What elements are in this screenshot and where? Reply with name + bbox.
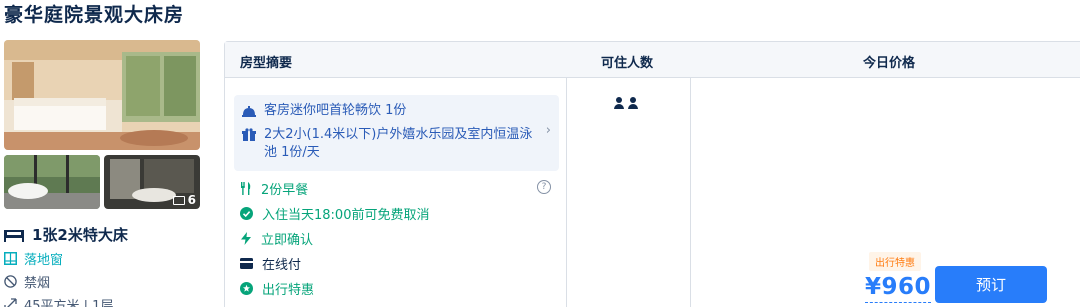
rate-table: 房型摘要 可住人数 今日价格 客房迷你吧首轮畅饮 1份 2大2小(1.4米以下)… (224, 41, 1080, 307)
feature-window-label: 落地窗 (24, 253, 64, 268)
perk-travel-deal: 出行特惠 (240, 279, 314, 298)
area-icon (4, 298, 17, 307)
table-header: 房型摘要 可住人数 今日价格 (225, 42, 1080, 78)
gift-water-park-label: 2大2小(1.4米以下)户外嬉水乐园及室内恒温泳池 1份/天 (264, 127, 533, 160)
gift-package[interactable]: 客房迷你吧首轮畅饮 1份 2大2小(1.4米以下)户外嬉水乐园及室内恒温泳池 1… (234, 95, 559, 171)
deal-tag: 出行特惠 (869, 252, 921, 271)
room-photo-image (4, 40, 200, 150)
gift-item-water-park: 2大2小(1.4米以下)户外嬉水乐园及室内恒温泳池 1份/天 (242, 126, 542, 162)
gift-item-minibar: 客房迷你吧首轮畅饮 1份 (242, 102, 406, 120)
column-divider (690, 78, 691, 307)
chevron-right-icon: › (545, 123, 551, 138)
bed-label: 1张2米特大床 (32, 226, 128, 244)
bell-icon (242, 106, 256, 117)
utensils-icon (241, 182, 251, 195)
gift-minibar-label: 客房迷你吧首轮畅饮 1份 (264, 103, 407, 118)
perk-instant-confirm-label: 立即确认 (261, 233, 314, 248)
perk-online-pay-label: 在线付 (262, 258, 302, 273)
perk-breakfast-label: 2份早餐 (261, 183, 309, 198)
gift-icon (242, 128, 256, 141)
star-icon (240, 282, 253, 295)
column-divider (566, 78, 567, 307)
room-main-photo[interactable] (4, 40, 200, 150)
room-thumbnail-interior[interactable]: 6 (104, 155, 200, 209)
header-summary: 房型摘要 (240, 56, 293, 71)
feature-no-smoking: 禁烟 (4, 272, 50, 291)
help-icon[interactable]: ? (537, 180, 551, 194)
picture-icon (172, 195, 185, 205)
feature-area: 45平方米 | 1层 (4, 295, 113, 307)
perk-free-cancel: 入住当天18:00前可免费取消 (240, 204, 429, 223)
guest-capacity (614, 97, 638, 109)
perk-instant-confirm: 立即确认 (240, 229, 313, 248)
perk-breakfast: 2份早餐 (240, 179, 308, 198)
photo-count-value: 6 (187, 193, 196, 207)
perk-free-cancel-label: 入住当天18:00前可免费取消 (262, 208, 430, 223)
thumbnail-image (4, 155, 100, 209)
feature-window: 落地窗 (4, 249, 63, 268)
check-circle-icon (240, 207, 253, 220)
price-value[interactable]: ¥960 (865, 272, 932, 303)
no-smoking-icon (4, 275, 17, 288)
header-capacity: 可住人数 (601, 56, 654, 71)
feature-area-label: 45平方米 | 1层 (24, 299, 114, 307)
perk-online-pay: 在线付 (240, 254, 301, 273)
lightning-icon (241, 232, 251, 245)
photo-count-badge: 6 (172, 193, 196, 207)
bed-icon (4, 229, 24, 242)
bed-info: 1张2米特大床 (4, 224, 128, 245)
person-icon (614, 97, 624, 109)
room-title: 豪华庭院景观大床房 (4, 4, 185, 26)
header-price: 今日价格 (863, 56, 916, 71)
feature-no-smoking-label: 禁烟 (24, 276, 51, 291)
person-icon (628, 97, 638, 109)
book-button[interactable]: 预订 (935, 266, 1047, 303)
window-icon (4, 252, 17, 265)
perk-travel-deal-label: 出行特惠 (262, 283, 315, 298)
card-icon (240, 258, 253, 269)
room-thumbnail-bath[interactable] (4, 155, 100, 209)
